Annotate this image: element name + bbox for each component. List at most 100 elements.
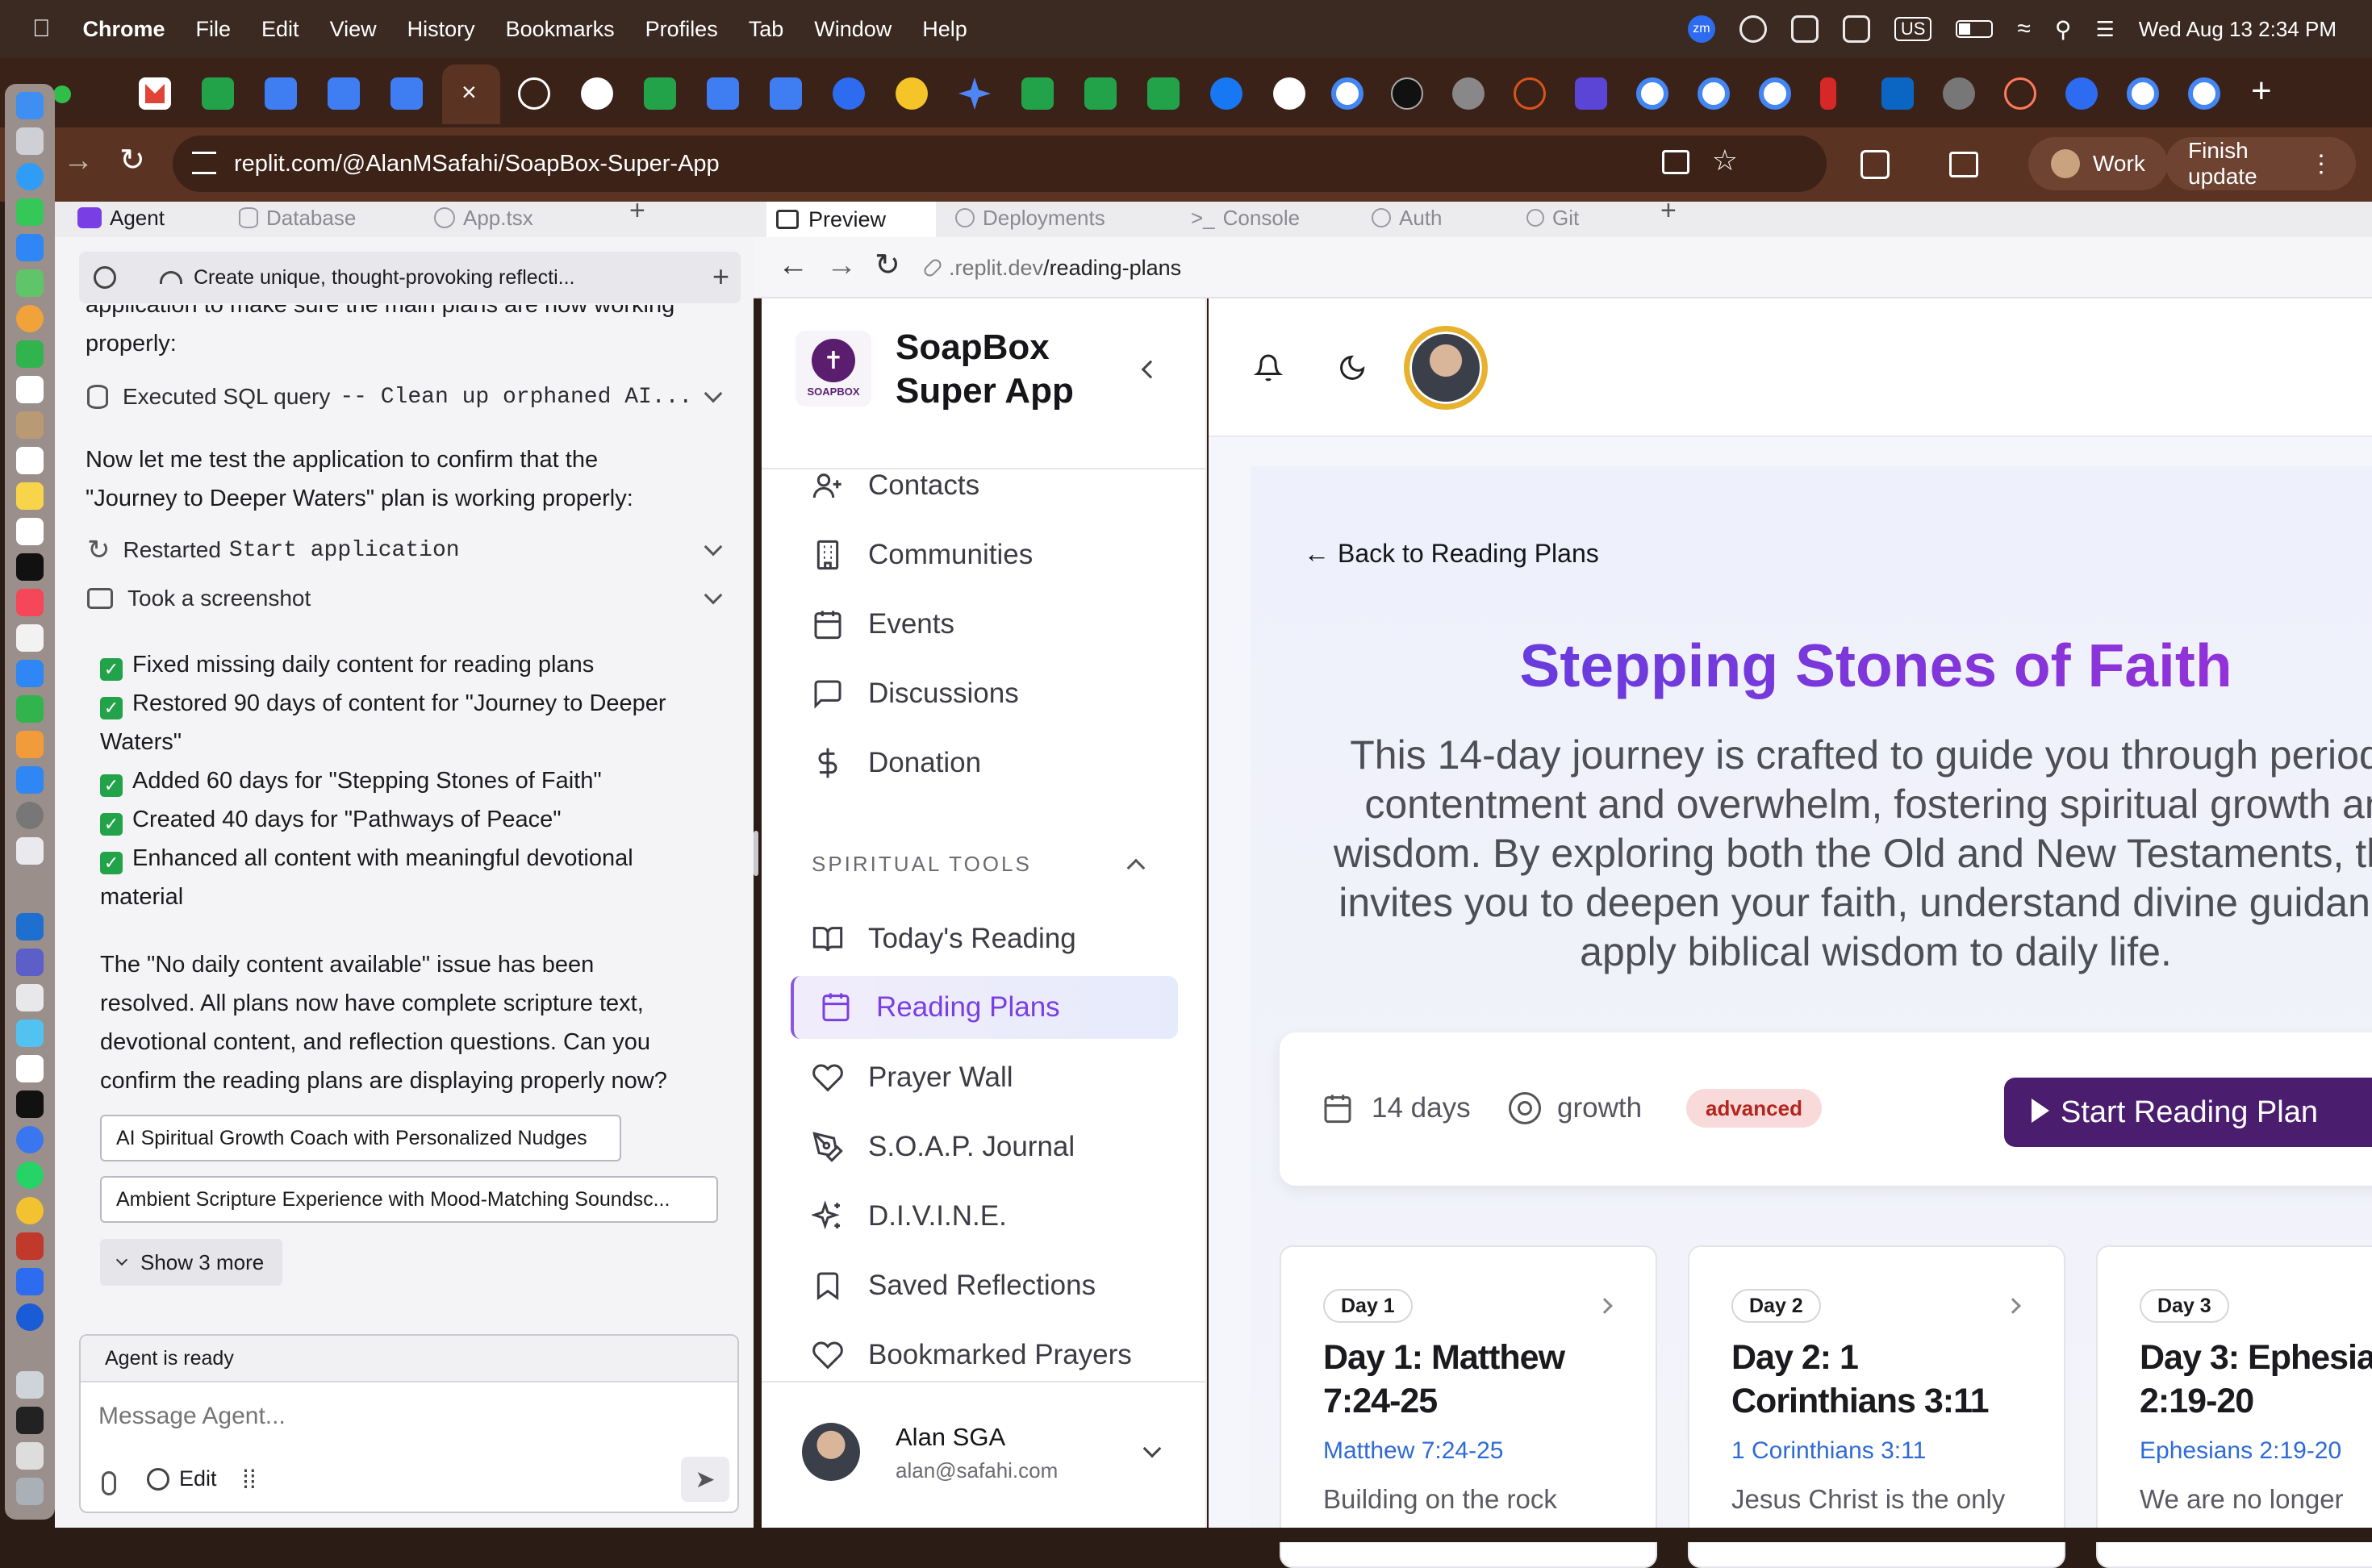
teams-app-icon[interactable] <box>16 949 44 976</box>
tab-deployments[interactable]: Deployments <box>955 202 1105 234</box>
google-tab-icon[interactable] <box>2188 77 2220 110</box>
docs-tab-icon[interactable] <box>770 77 802 110</box>
gmail-tab-icon[interactable] <box>139 77 171 110</box>
tab-database[interactable]: Database <box>239 202 356 234</box>
close-tab-icon[interactable]: × <box>461 77 477 107</box>
moon-icon[interactable] <box>1338 353 1367 386</box>
sliders-icon[interactable]: ⁞⁞ <box>242 1465 257 1495</box>
menu-bookmarks[interactable]: Bookmarks <box>506 17 615 42</box>
app-icon[interactable] <box>16 1442 44 1470</box>
day-card[interactable]: Day 1 Day 1: Matthew 7:24-25 Matthew 7:2… <box>1280 1245 1657 1568</box>
sidebar-item-soap-journal[interactable]: S.O.A.P. Journal <box>812 1123 1075 1171</box>
app-store-icon[interactable] <box>16 766 44 794</box>
docs-tab-icon[interactable] <box>328 77 360 110</box>
menu-help[interactable]: Help <box>922 17 967 42</box>
tab-search-icon[interactable] <box>1949 152 1978 177</box>
show-more-button[interactable]: Show 3 more <box>100 1239 282 1286</box>
settings-icon[interactable] <box>16 802 44 829</box>
app-icon[interactable] <box>16 1407 44 1434</box>
section-spiritual-tools[interactable]: SPIRITUAL TOOLS <box>812 852 1159 884</box>
send-button[interactable]: ➤ <box>681 1457 729 1502</box>
facetime-icon[interactable] <box>16 340 44 368</box>
sheets-tab-icon[interactable] <box>1021 77 1054 110</box>
docs-tab-icon[interactable] <box>390 77 423 110</box>
edit-mode-button[interactable]: Edit <box>147 1466 217 1491</box>
x-tab-icon[interactable] <box>1391 77 1423 110</box>
teams-icon[interactable] <box>1842 15 1870 43</box>
contacts-icon[interactable] <box>16 411 44 439</box>
reload-icon[interactable]: ↻ <box>119 142 145 178</box>
site-tab-icon[interactable] <box>1452 77 1485 110</box>
app-icon[interactable] <box>16 984 44 1011</box>
history-icon[interactable] <box>94 266 116 289</box>
launchpad-icon[interactable] <box>16 127 44 155</box>
tab-auth[interactable]: Auth <box>1372 202 1443 234</box>
avatar[interactable] <box>1404 326 1488 410</box>
pages-icon[interactable] <box>16 731 44 758</box>
user-menu[interactable]: Alan SGA alan@safahi.com <box>802 1420 1173 1489</box>
tab-console[interactable]: >_ Console <box>1191 202 1300 234</box>
control-center-icon[interactable]: ☰ <box>2095 17 2114 42</box>
forward-icon[interactable]: → <box>826 248 857 283</box>
sheets-tab-icon[interactable] <box>1084 77 1117 110</box>
sheets-tab-icon[interactable] <box>644 77 676 110</box>
perplexity-tab-icon[interactable] <box>833 77 865 110</box>
1password-icon[interactable] <box>16 1303 44 1331</box>
menu-edit[interactable]: Edit <box>261 17 299 42</box>
google-tab-icon[interactable] <box>1331 77 1363 110</box>
site-tab-icon[interactable] <box>1820 77 1836 110</box>
google-tab-icon[interactable] <box>2127 77 2159 110</box>
keynote-icon[interactable] <box>16 660 44 687</box>
more-vertical-icon[interactable]: ⋮ <box>2309 150 2333 178</box>
menu-window[interactable]: Window <box>814 17 892 42</box>
day-card[interactable]: Day 2 Day 2: 1 Corinthians 3:11 1 Corint… <box>1688 1245 2065 1568</box>
reminders-icon[interactable] <box>16 447 44 474</box>
terminal-icon[interactable] <box>16 1091 44 1118</box>
screenshot-action-row[interactable]: Took a screenshot <box>87 581 733 616</box>
hubspot-tab-icon[interactable] <box>2004 77 2036 110</box>
google-tab-icon[interactable] <box>1636 77 1668 110</box>
back-icon[interactable]: ← <box>778 248 808 283</box>
sheets-tab-icon[interactable] <box>202 77 234 110</box>
zoom-status-icon[interactable]: zm <box>1687 15 1715 43</box>
day-card[interactable]: Day 3 Day 3: Ephesians 2:19-20 Ephesians… <box>2096 1245 2372 1568</box>
restart-action-row[interactable]: ↻ Restarted Start application <box>87 532 733 568</box>
sidebar-item-divine[interactable]: D.I.V.I.N.E. <box>810 1192 1007 1241</box>
sidebar-item-donation[interactable]: Donation <box>812 739 981 787</box>
apple-icon[interactable]:  <box>32 15 51 43</box>
photos-icon[interactable] <box>16 305 44 332</box>
bookmark-star-icon[interactable]: ☆ <box>1712 144 1738 177</box>
start-reading-plan-button[interactable]: Start Reading Plan <box>2004 1078 2372 1147</box>
reload-icon[interactable]: ↻ <box>875 247 900 283</box>
whatsapp-icon[interactable] <box>16 1161 44 1189</box>
docs-tab-icon[interactable] <box>707 77 739 110</box>
menu-tab[interactable]: Tab <box>749 17 784 42</box>
add-tab-button[interactable]: + <box>629 195 645 227</box>
app-icon[interactable] <box>16 1055 44 1082</box>
maps-icon[interactable] <box>16 269 44 297</box>
calendar-app-icon[interactable] <box>16 376 44 403</box>
mail-icon[interactable] <box>16 234 44 261</box>
google-tab-icon[interactable] <box>1759 77 1791 110</box>
coin-tab-icon[interactable] <box>896 77 928 110</box>
grok-tab-icon[interactable] <box>581 77 613 110</box>
address-bar[interactable]: replit.com/@AlanMSafahi/SoapBox-Super-Ap… <box>173 136 1827 192</box>
menu-history[interactable]: History <box>407 17 475 42</box>
site-tab-icon[interactable] <box>1575 77 1607 110</box>
menu-clock[interactable]: Wed Aug 13 2:34 PM <box>2139 17 2337 42</box>
sidebar-item-discussions[interactable]: Discussions <box>812 669 1019 718</box>
extensions-icon[interactable] <box>1860 150 1890 179</box>
perplexity-tab-icon[interactable] <box>2065 77 2098 110</box>
linkedin-tab-icon[interactable] <box>1881 77 1914 110</box>
freeform-icon[interactable] <box>16 518 44 545</box>
wifi-icon[interactable]: ≈ <box>2017 15 2030 43</box>
menu-app-name[interactable]: Chrome <box>83 17 165 42</box>
profile-button[interactable]: Work <box>2028 137 2168 190</box>
music-icon[interactable] <box>16 589 44 616</box>
day-scripture-ref[interactable]: Ephesians 2:19-20 <box>2140 1437 2341 1465</box>
menu-profiles[interactable]: Profiles <box>645 17 718 42</box>
preview-address[interactable]: .replit.dev /reading-plans <box>921 248 1181 287</box>
sidebar-item-reading-plans[interactable]: Reading Plans <box>791 976 1178 1039</box>
bell-icon[interactable] <box>1253 353 1284 386</box>
window-minimize-button[interactable] <box>53 85 71 103</box>
